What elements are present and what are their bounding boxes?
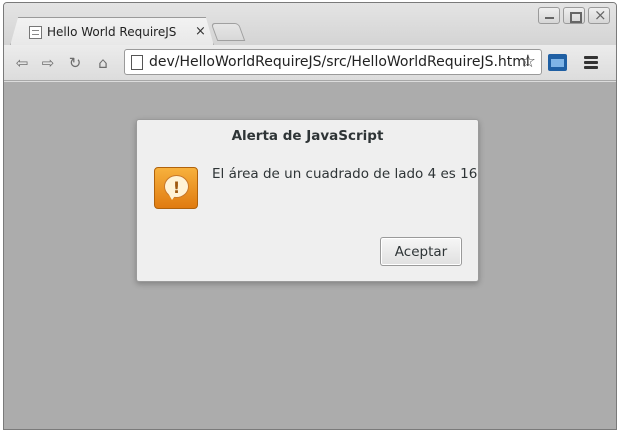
close-icon[interactable]: [588, 6, 610, 24]
reload-icon[interactable]: ↻: [65, 53, 85, 73]
tab-strip: Hello World RequireJS ×: [4, 3, 616, 46]
tab-title: Hello World RequireJS: [47, 25, 177, 39]
home-icon[interactable]: ⌂: [93, 53, 113, 73]
tab-close-icon[interactable]: ×: [195, 24, 206, 39]
navigation-toolbar: ⇦ ⇨ ↻ ⌂ dev/HelloWorldRequireJS/src/Hell…: [4, 45, 616, 81]
tab-hello-world[interactable]: Hello World RequireJS ×: [10, 17, 214, 46]
warning-icon: !: [154, 167, 198, 209]
new-tab-button[interactable]: [210, 23, 246, 41]
page-icon: [131, 55, 143, 70]
address-text[interactable]: dev/HelloWorldRequireJS/src/HelloWorldRe…: [149, 54, 530, 70]
window-controls: [538, 6, 610, 24]
menu-icon[interactable]: [584, 56, 598, 69]
dialog-message: El área de un cuadrado de lado 4 es 16: [212, 166, 478, 182]
address-bar[interactable]: dev/HelloWorldRequireJS/src/HelloWorldRe…: [124, 49, 542, 75]
forward-icon[interactable]: ⇨: [38, 53, 58, 73]
accept-button[interactable]: Aceptar: [380, 237, 462, 266]
minimize-icon[interactable]: [538, 7, 560, 24]
maximize-icon[interactable]: [563, 7, 585, 24]
page-icon: [29, 26, 42, 39]
bookmark-star-icon[interactable]: ☆: [516, 51, 540, 72]
back-icon[interactable]: ⇦: [12, 53, 32, 73]
extension-icon[interactable]: [548, 54, 567, 71]
dialog-title: Alerta de JavaScript: [231, 128, 384, 144]
javascript-alert-dialog: Alerta de JavaScript ! El área de un cua…: [136, 119, 479, 282]
